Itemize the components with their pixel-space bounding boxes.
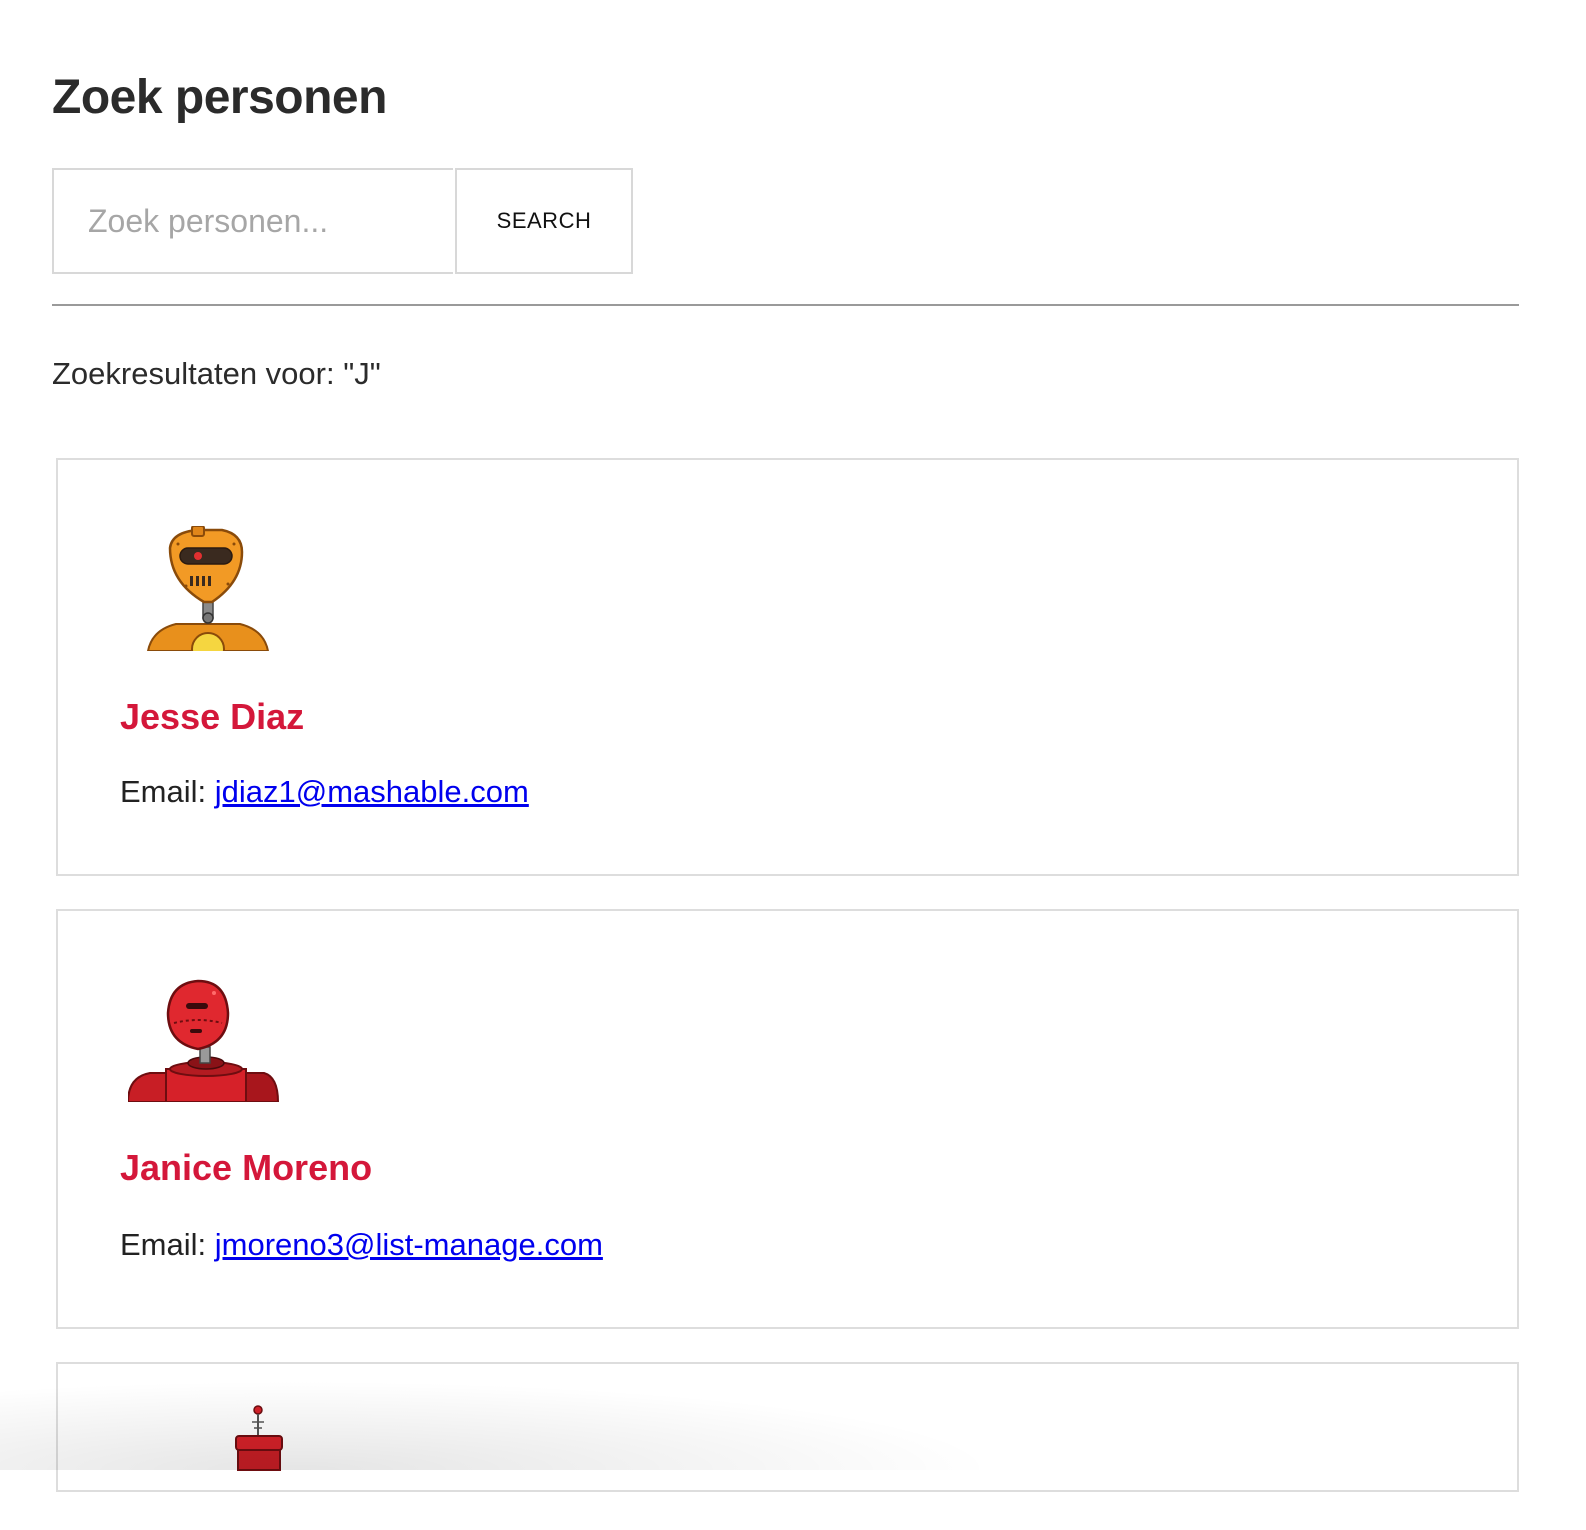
red-robot-avatar-icon bbox=[126, 977, 288, 1103]
email-link[interactable]: jmoreno3@list-manage.com bbox=[215, 1227, 603, 1262]
person-name[interactable]: Jesse Diaz bbox=[120, 696, 304, 738]
email-label: Email: bbox=[120, 1227, 207, 1262]
search-input[interactable] bbox=[52, 168, 453, 274]
red-antenna-robot-avatar-icon bbox=[128, 1400, 288, 1525]
page-title: Zoek personen bbox=[52, 71, 387, 124]
email-label: Email: bbox=[120, 774, 207, 809]
search-form: SEARCH bbox=[52, 168, 633, 274]
person-card: Jesse Diaz Email: jdiaz1@mashable.com bbox=[56, 458, 1519, 876]
person-card: Janice Moreno Email: jmoreno3@list-manag… bbox=[56, 909, 1519, 1329]
search-button[interactable]: SEARCH bbox=[455, 168, 633, 274]
person-card bbox=[56, 1362, 1519, 1492]
email-line: Email: jdiaz1@mashable.com bbox=[120, 774, 529, 810]
person-name[interactable]: Janice Moreno bbox=[120, 1147, 372, 1189]
divider bbox=[52, 304, 1519, 306]
email-link[interactable]: jdiaz1@mashable.com bbox=[215, 774, 529, 809]
orange-robot-avatar-icon bbox=[128, 525, 288, 666]
email-line: Email: jmoreno3@list-manage.com bbox=[120, 1227, 603, 1263]
results-heading: Zoekresultaten voor: "J" bbox=[52, 356, 381, 391]
